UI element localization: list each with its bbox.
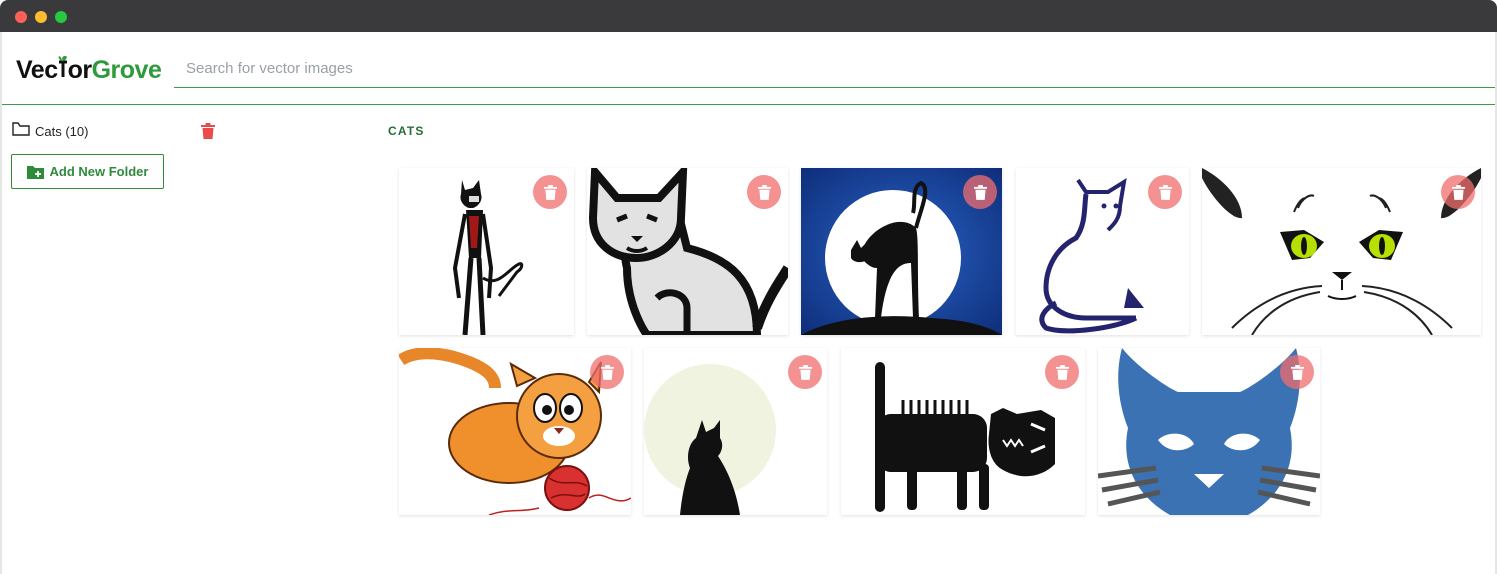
- trash-icon: [600, 364, 614, 380]
- folder-section-title: CATS: [388, 124, 425, 138]
- trash-icon: [798, 364, 812, 380]
- image-card-tribal-striped-cat[interactable]: [841, 348, 1085, 515]
- image-card-line-art-white-cat[interactable]: [587, 168, 788, 335]
- sidebar-folder-label: Cats (10): [35, 123, 89, 139]
- delete-image-button[interactable]: [963, 175, 997, 209]
- sidebar-folder-cats[interactable]: Cats (10): [12, 121, 88, 141]
- delete-image-button[interactable]: [533, 175, 567, 209]
- image-card-black-cat-silhouette[interactable]: [644, 348, 827, 515]
- window-titlebar: [0, 0, 1497, 32]
- image-card-skeletal-cat[interactable]: [399, 168, 574, 335]
- image-card-blue-outline-cat[interactable]: [1016, 168, 1189, 335]
- close-window-button[interactable]: [15, 11, 27, 23]
- maximize-window-button[interactable]: [55, 11, 67, 23]
- image-card-cat-on-moon[interactable]: [801, 168, 1002, 335]
- folder-plus-icon: [26, 165, 44, 179]
- trash-icon: [1290, 364, 1304, 380]
- image-card-orange-cat-with-yarn[interactable]: [399, 348, 631, 515]
- logo-text-or: or: [67, 56, 93, 84]
- logo-text-grove: Grove: [91, 56, 162, 84]
- delete-folder-button[interactable]: [201, 123, 215, 139]
- logo-leaf-icon: [58, 55, 68, 77]
- image-card-cat-face-green-eyes[interactable]: [1202, 168, 1481, 335]
- trash-icon: [1055, 364, 1069, 380]
- delete-image-button[interactable]: [590, 355, 624, 389]
- logo-text-vec: Vec: [16, 56, 58, 84]
- image-card-blue-cat-mask[interactable]: [1098, 348, 1320, 515]
- header-divider: [2, 104, 1495, 105]
- add-new-folder-button[interactable]: Add New Folder: [11, 154, 164, 189]
- delete-image-button[interactable]: [1045, 355, 1079, 389]
- delete-image-button[interactable]: [1280, 355, 1314, 389]
- cat-face-green-eyes-image: [1202, 168, 1481, 335]
- search-input[interactable]: [174, 50, 1495, 88]
- delete-image-button[interactable]: [788, 355, 822, 389]
- trash-icon: [543, 184, 557, 200]
- trash-icon: [201, 123, 215, 139]
- vectorgrove-logo[interactable]: Vec orGrove: [16, 54, 162, 86]
- delete-image-button[interactable]: [1441, 175, 1475, 209]
- minimize-window-button[interactable]: [35, 11, 47, 23]
- trash-icon: [1158, 184, 1172, 200]
- delete-image-button[interactable]: [747, 175, 781, 209]
- trash-icon: [757, 184, 771, 200]
- trash-icon: [1451, 184, 1465, 200]
- folder-outline-icon: [12, 121, 30, 141]
- trash-icon: [973, 184, 987, 200]
- delete-image-button[interactable]: [1148, 175, 1182, 209]
- add-folder-label: Add New Folder: [49, 164, 149, 179]
